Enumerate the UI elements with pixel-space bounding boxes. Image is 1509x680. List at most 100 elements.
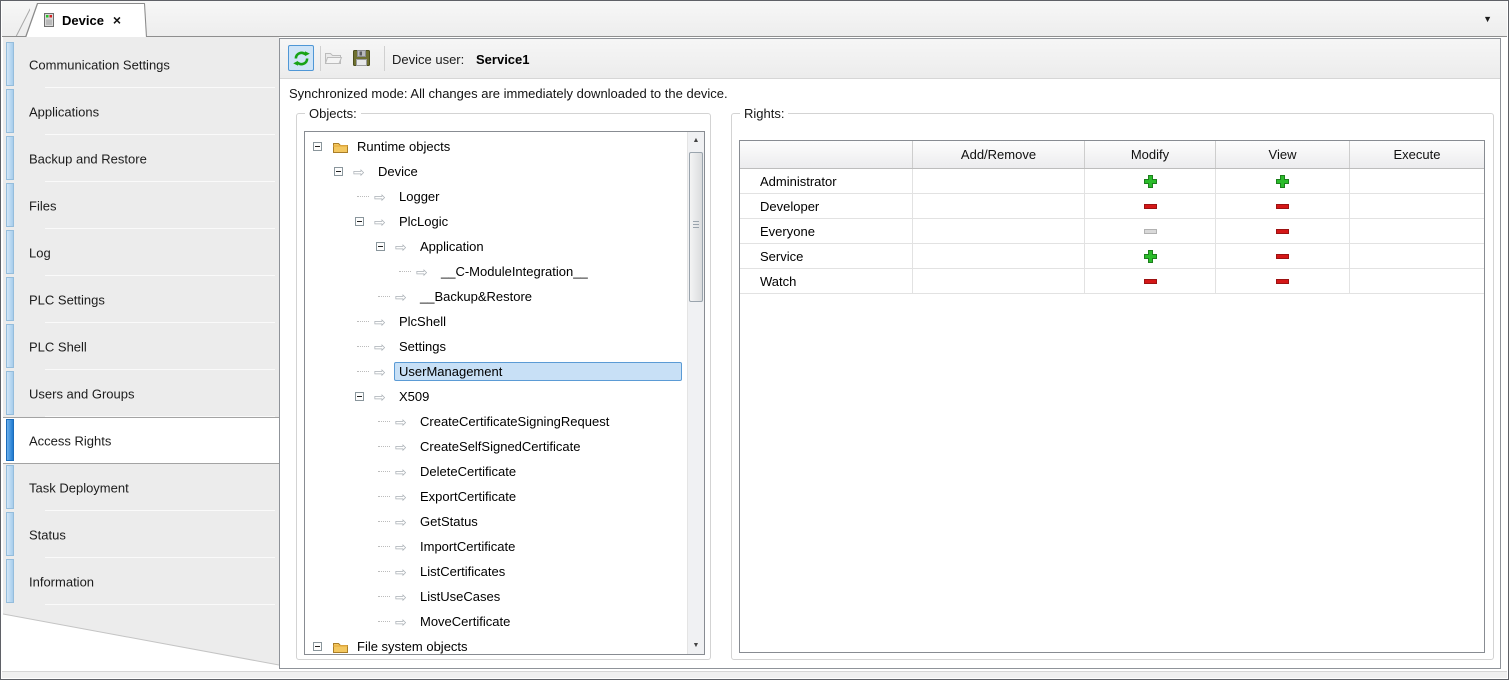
sidebar-item-label: Backup and Restore: [29, 151, 147, 166]
right-cell-developer-add-remove[interactable]: [912, 194, 1084, 218]
tab-list-dropdown-icon[interactable]: ▼: [1483, 14, 1492, 24]
column-header-execute: Execute: [1349, 141, 1484, 168]
right-cell-administrator-modify[interactable]: [1084, 169, 1215, 193]
sidebar-item-accent-strip: [6, 371, 14, 415]
tree-node-settings[interactable]: ⇨Settings: [305, 334, 687, 359]
sidebar: Communication SettingsApplications Backup…: [3, 37, 279, 679]
tree-connector: [378, 546, 390, 547]
collapse-minus-icon[interactable]: [313, 642, 322, 651]
column-header-modify: Modify: [1084, 141, 1215, 168]
action-arrow-icon: ⇨: [395, 615, 415, 629]
tree-node-label: CreateSelfSignedCertificate: [415, 437, 585, 456]
sidebar-item-log[interactable]: Log: [3, 229, 279, 276]
sidebar-item-accent-strip: [6, 136, 14, 180]
object-tree: Runtime objects⇨Device⇨Logger⇨PlcLogic⇨A…: [304, 131, 705, 655]
right-cell-service-execute[interactable]: [1349, 244, 1484, 268]
tab-device[interactable]: Device ×: [25, 3, 147, 37]
right-cell-everyone-execute[interactable]: [1349, 219, 1484, 243]
right-cell-watch-modify[interactable]: [1084, 269, 1215, 293]
sidebar-item-communication-settings[interactable]: Communication Settings: [3, 41, 279, 88]
tree-node-plcshell[interactable]: ⇨PlcShell: [305, 309, 687, 334]
sidebar-item-label: Log: [29, 245, 51, 260]
tree-node-listusecases[interactable]: ⇨ListUseCases: [305, 584, 687, 609]
action-arrow-icon: ⇨: [374, 390, 394, 404]
tree-node-importcertificate[interactable]: ⇨ImportCertificate: [305, 534, 687, 559]
role-label: Administrator: [740, 169, 912, 193]
column-header-roles: [740, 141, 912, 168]
sidebar-item-files[interactable]: Files: [3, 182, 279, 229]
deny-minus-icon: [1275, 249, 1290, 264]
right-cell-everyone-modify[interactable]: [1084, 219, 1215, 243]
right-cell-developer-execute[interactable]: [1349, 194, 1484, 218]
scroll-up-icon[interactable]: ▲: [688, 132, 704, 149]
scroll-down-icon[interactable]: ▼: [688, 637, 704, 654]
tree-node-exportcertificate[interactable]: ⇨ExportCertificate: [305, 484, 687, 509]
tree-connector: [357, 371, 369, 372]
scrollbar-thumb[interactable]: [689, 152, 703, 302]
tree-node-runtime-objects[interactable]: Runtime objects: [305, 134, 687, 159]
action-arrow-icon: ⇨: [395, 590, 415, 604]
tree-node-x509[interactable]: ⇨X509: [305, 384, 687, 409]
tree-node-application[interactable]: ⇨Application: [305, 234, 687, 259]
collapse-minus-icon[interactable]: [313, 142, 322, 151]
role-label: Watch: [740, 269, 912, 293]
tree-node-logger[interactable]: ⇨Logger: [305, 184, 687, 209]
device-editor-window: Device × ▼ Communication SettingsApplica…: [0, 0, 1509, 680]
sidebar-item-plc-settings[interactable]: PLC Settings: [3, 276, 279, 323]
save-icon[interactable]: [352, 49, 371, 70]
device-user-value: Service1: [476, 52, 530, 67]
action-arrow-icon: ⇨: [395, 440, 415, 454]
tree-node-label: DeleteCertificate: [415, 462, 521, 481]
sidebar-item-accent-strip: [6, 277, 14, 321]
sidebar-item-access-rights[interactable]: Access Rights: [3, 417, 279, 464]
right-cell-administrator-view[interactable]: [1215, 169, 1349, 193]
collapse-minus-icon[interactable]: [376, 242, 385, 251]
rights-row-watch: Watch: [740, 269, 1484, 294]
collapse-minus-icon[interactable]: [334, 167, 343, 176]
action-arrow-icon: ⇨: [374, 190, 394, 204]
tree-node-listcertificates[interactable]: ⇨ListCertificates: [305, 559, 687, 584]
tree-connector: [357, 196, 369, 197]
sidebar-item-applications[interactable]: Applications: [3, 88, 279, 135]
sidebar-item-backup-and-restore[interactable]: Backup and Restore: [3, 135, 279, 182]
right-cell-everyone-view[interactable]: [1215, 219, 1349, 243]
toolbar-separator: [384, 46, 385, 71]
tree-node-usermanagement[interactable]: ⇨UserManagement: [305, 359, 687, 384]
vertical-scrollbar[interactable]: ▲ ▼: [687, 132, 704, 654]
tree-node-createselfsignedcertificate[interactable]: ⇨CreateSelfSignedCertificate: [305, 434, 687, 459]
right-cell-developer-view[interactable]: [1215, 194, 1349, 218]
tree-node-device[interactable]: ⇨Device: [305, 159, 687, 184]
tree-connector: [378, 296, 390, 297]
right-cell-watch-add-remove[interactable]: [912, 269, 1084, 293]
tab-close-icon[interactable]: ×: [113, 13, 121, 27]
tree-node-getstatus[interactable]: ⇨GetStatus: [305, 509, 687, 534]
tree-node-backup-restore[interactable]: ⇨__Backup&Restore: [305, 284, 687, 309]
tree-connector: [378, 446, 390, 447]
right-cell-watch-view[interactable]: [1215, 269, 1349, 293]
tree-node-c-moduleintegration[interactable]: ⇨__C-ModuleIntegration__: [305, 259, 687, 284]
sidebar-item-information[interactable]: Information: [3, 558, 279, 605]
sidebar-item-status[interactable]: Status: [3, 511, 279, 558]
sidebar-item-task-deployment[interactable]: Task Deployment: [3, 464, 279, 511]
tree-node-plclogic[interactable]: ⇨PlcLogic: [305, 209, 687, 234]
right-cell-administrator-execute[interactable]: [1349, 169, 1484, 193]
right-cell-service-modify[interactable]: [1084, 244, 1215, 268]
open-file-icon[interactable]: [324, 50, 345, 69]
deny-minus-icon: [1275, 224, 1290, 239]
right-cell-developer-modify[interactable]: [1084, 194, 1215, 218]
collapse-minus-icon[interactable]: [355, 217, 364, 226]
tree-node-deletecertificate[interactable]: ⇨DeleteCertificate: [305, 459, 687, 484]
right-cell-administrator-add-remove[interactable]: [912, 169, 1084, 193]
sync-refresh-button[interactable]: [288, 45, 314, 71]
right-cell-service-add-remove[interactable]: [912, 244, 1084, 268]
right-cell-watch-execute[interactable]: [1349, 269, 1484, 293]
sidebar-item-users-and-groups[interactable]: Users and Groups: [3, 370, 279, 417]
tree-node-file-system-objects[interactable]: File system objects: [305, 634, 687, 655]
sidebar-item-plc-shell[interactable]: PLC Shell: [3, 323, 279, 370]
right-cell-service-view[interactable]: [1215, 244, 1349, 268]
tree-node-createcertificatesigningrequest[interactable]: ⇨CreateCertificateSigningRequest: [305, 409, 687, 434]
tree-node-movecertificate[interactable]: ⇨MoveCertificate: [305, 609, 687, 634]
device-icon: [42, 12, 56, 28]
collapse-minus-icon[interactable]: [355, 392, 364, 401]
right-cell-everyone-add-remove[interactable]: [912, 219, 1084, 243]
